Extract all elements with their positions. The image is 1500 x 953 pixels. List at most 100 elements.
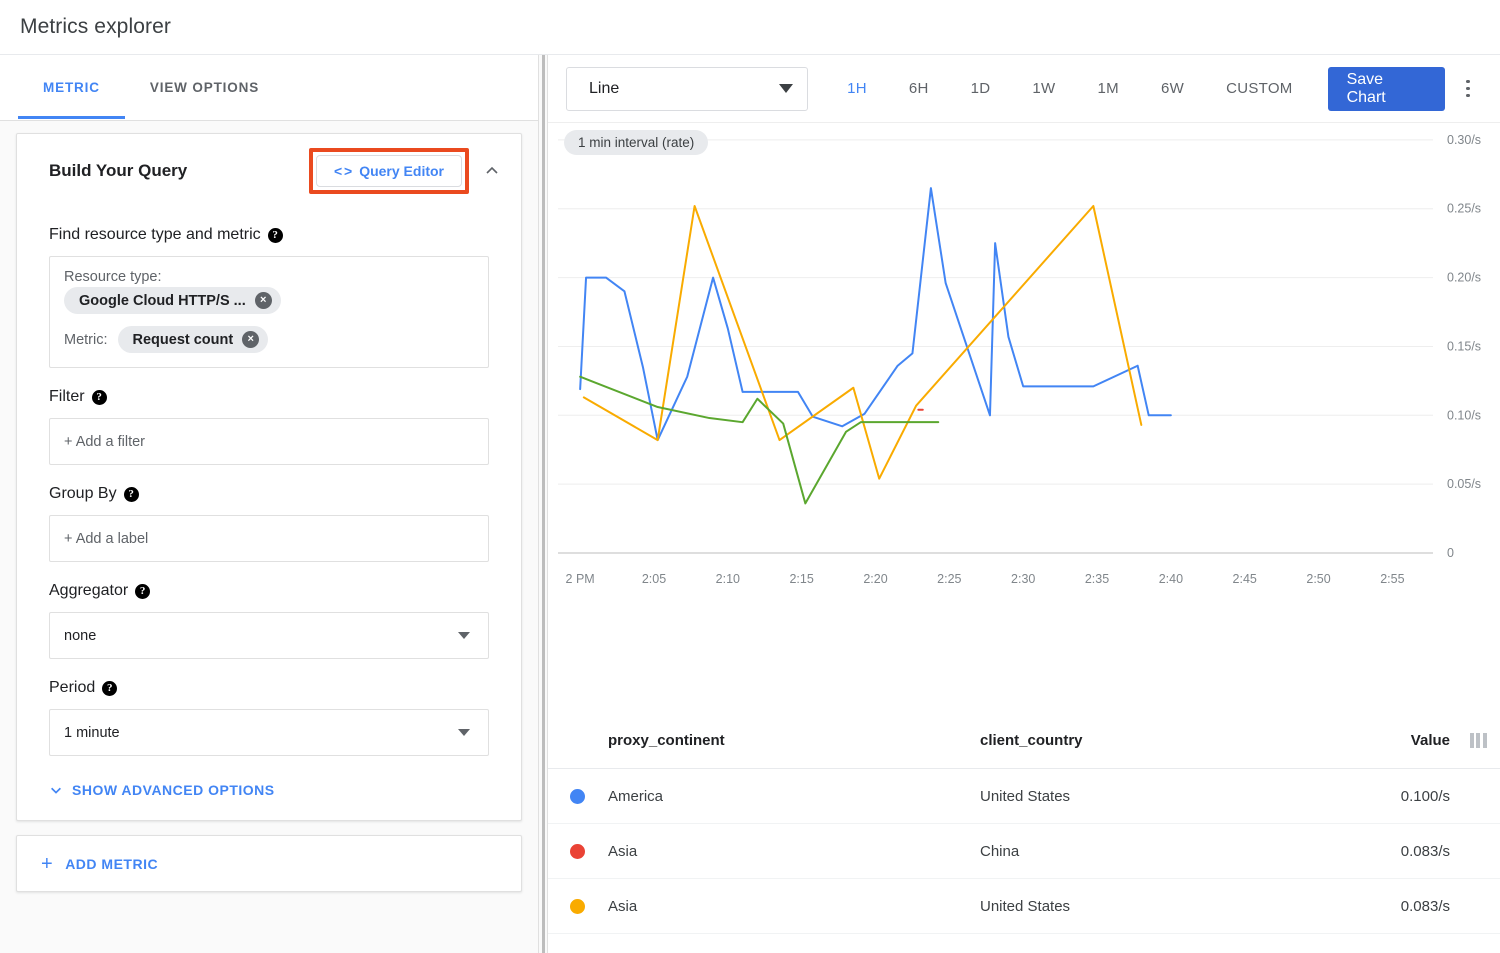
series-color-swatch xyxy=(570,844,608,859)
y-axis-tick-label: 0.10/s xyxy=(1447,408,1481,422)
column-header-proxy-continent[interactable]: proxy_continent xyxy=(608,732,980,749)
cell-value: 0.083/s xyxy=(1336,898,1456,915)
metric-chip-label: Request count xyxy=(133,332,234,348)
save-chart-button[interactable]: Save Chart xyxy=(1328,67,1445,111)
y-axis-tick-label: 0.20/s xyxy=(1447,271,1481,285)
help-icon-filter[interactable]: ? xyxy=(92,390,107,405)
range-button-6h[interactable]: 6H xyxy=(888,67,950,111)
column-resize-handle-icon[interactable] xyxy=(1456,733,1500,748)
x-axis-tick-label: 2:35 xyxy=(1085,572,1109,586)
tab-metric-label: METRIC xyxy=(43,80,100,95)
range-button-1w[interactable]: 1W xyxy=(1011,67,1076,111)
chart-series-line xyxy=(584,206,1141,479)
chart-type-select[interactable]: Line xyxy=(566,67,808,111)
help-icon-resource[interactable]: ? xyxy=(268,228,283,243)
x-axis-tick-label: 2:55 xyxy=(1380,572,1404,586)
more-options-icon[interactable] xyxy=(1451,67,1486,111)
close-icon[interactable]: × xyxy=(242,331,259,348)
add-metric-label: ADD METRIC xyxy=(65,856,158,872)
series-color-swatch xyxy=(570,789,608,804)
range-label: 1H xyxy=(847,80,867,97)
build-your-query-title: Build Your Query xyxy=(49,161,299,181)
x-axis-tick-label: 2:05 xyxy=(642,572,666,586)
column-header-client-country[interactable]: client_country xyxy=(980,732,1336,749)
series-data-table: proxy_continent client_country Value Ame… xyxy=(548,713,1500,953)
x-axis-tick-label: 2:10 xyxy=(716,572,740,586)
filter-label-row: Filter ? xyxy=(49,388,489,406)
cell-client-country: United States xyxy=(980,788,1336,805)
table-row[interactable]: AsiaUnited States0.083/s xyxy=(548,879,1500,934)
build-your-query-body: Find resource type and metric ? Resource… xyxy=(17,226,521,820)
period-select[interactable]: 1 minute xyxy=(49,709,489,756)
save-chart-label: Save Chart xyxy=(1347,71,1426,107)
y-axis-tick-label: 0.15/s xyxy=(1447,339,1481,353)
cell-value: 0.100/s xyxy=(1336,788,1456,805)
table-body: AmericaUnited States0.100/sAsiaChina0.08… xyxy=(548,769,1500,953)
column-header-value[interactable]: Value xyxy=(1336,732,1456,749)
table-row[interactable]: AmericaUnited States0.100/s xyxy=(548,769,1500,824)
table-row[interactable]: AsiaChina0.083/s xyxy=(548,824,1500,879)
range-label: 6W xyxy=(1161,80,1184,97)
cell-value: 0.083/s xyxy=(1336,843,1456,860)
close-icon[interactable]: × xyxy=(255,292,272,309)
x-axis-tick-label: 2:30 xyxy=(1011,572,1035,586)
help-icon-period[interactable]: ? xyxy=(102,681,117,696)
group-by-placeholder: + Add a label xyxy=(64,531,148,547)
group-by-input[interactable]: + Add a label xyxy=(49,515,489,562)
filter-placeholder: + Add a filter xyxy=(64,434,145,450)
table-row[interactable]: EuropeUnited States0.083/s xyxy=(548,934,1500,953)
x-axis-tick-label: 2:40 xyxy=(1159,572,1183,586)
range-button-6w[interactable]: 6W xyxy=(1140,67,1205,111)
tab-metric[interactable]: METRIC xyxy=(18,55,125,119)
find-resource-label-row: Find resource type and metric ? xyxy=(49,226,489,244)
aggregator-value: none xyxy=(64,628,96,644)
cell-client-country: United States xyxy=(980,898,1336,915)
aggregator-select[interactable]: none xyxy=(49,612,489,659)
resource-type-chip[interactable]: Google Cloud HTTP/S ... × xyxy=(64,287,281,314)
help-icon-group-by[interactable]: ? xyxy=(124,487,139,502)
range-label: 1M xyxy=(1098,80,1119,97)
resource-type-row: Resource type: xyxy=(64,269,474,285)
range-label: 6H xyxy=(909,80,929,97)
y-axis-tick-label: 0 xyxy=(1447,546,1454,560)
line-chart[interactable]: 00.05/s0.10/s0.15/s0.20/s0.25/s0.30/s2 P… xyxy=(548,123,1500,713)
query-editor-button[interactable]: < > Query Editor xyxy=(316,155,462,187)
metric-chip[interactable]: Request count × xyxy=(118,326,269,353)
query-editor-label: Query Editor xyxy=(359,163,444,179)
show-advanced-options-button[interactable]: SHOW ADVANCED OPTIONS xyxy=(49,782,489,798)
range-button-1h[interactable]: 1H xyxy=(826,67,888,111)
range-button-1m[interactable]: 1M xyxy=(1077,67,1140,111)
resource-type-chip-row: Google Cloud HTTP/S ... × xyxy=(64,287,474,314)
range-button-1d[interactable]: 1D xyxy=(950,67,1012,111)
group-by-label-row: Group By ? xyxy=(49,485,489,503)
x-axis-tick-label: 2:45 xyxy=(1233,572,1257,586)
chart-type-value: Line xyxy=(589,80,619,98)
panel-resize-handle[interactable] xyxy=(538,55,548,953)
interval-chip: 1 min interval (rate) xyxy=(564,130,708,155)
code-brackets-icon: < > xyxy=(334,163,351,179)
panel-scroll-area: Build Your Query < > Query Editor xyxy=(0,121,538,953)
chevron-down-icon xyxy=(779,84,793,93)
tab-view-options[interactable]: VIEW OPTIONS xyxy=(125,55,284,119)
cell-proxy-continent: Asia xyxy=(608,898,980,915)
resource-type-label: Resource type: xyxy=(64,269,162,285)
chart-series-line xyxy=(580,188,1171,440)
x-axis-tick-label: 2:50 xyxy=(1306,572,1330,586)
period-value: 1 minute xyxy=(64,725,120,741)
filter-input[interactable]: + Add a filter xyxy=(49,418,489,465)
cell-proxy-continent: Asia xyxy=(608,843,980,860)
collapse-chevron-up-icon[interactable] xyxy=(479,158,505,184)
x-axis-tick-label: 2 PM xyxy=(566,572,595,586)
period-label: Period xyxy=(49,679,95,697)
table-header-row: proxy_continent client_country Value xyxy=(548,713,1500,769)
panel-tabs: METRIC VIEW OPTIONS xyxy=(0,55,538,121)
range-label: 1D xyxy=(971,80,991,97)
help-icon-aggregator[interactable]: ? xyxy=(135,584,150,599)
range-label: CUSTOM xyxy=(1226,80,1293,97)
add-metric-button[interactable]: + ADD METRIC xyxy=(16,835,522,892)
range-button-custom[interactable]: CUSTOM xyxy=(1205,67,1314,111)
chart-toolbar: Line 1H 6H 1D 1W 1M 6W CUSTOM xyxy=(548,55,1500,123)
range-label: 1W xyxy=(1032,80,1055,97)
resource-and-metric-box: Resource type: Google Cloud HTTP/S ... ×… xyxy=(49,256,489,368)
cell-proxy-continent: America xyxy=(608,788,980,805)
